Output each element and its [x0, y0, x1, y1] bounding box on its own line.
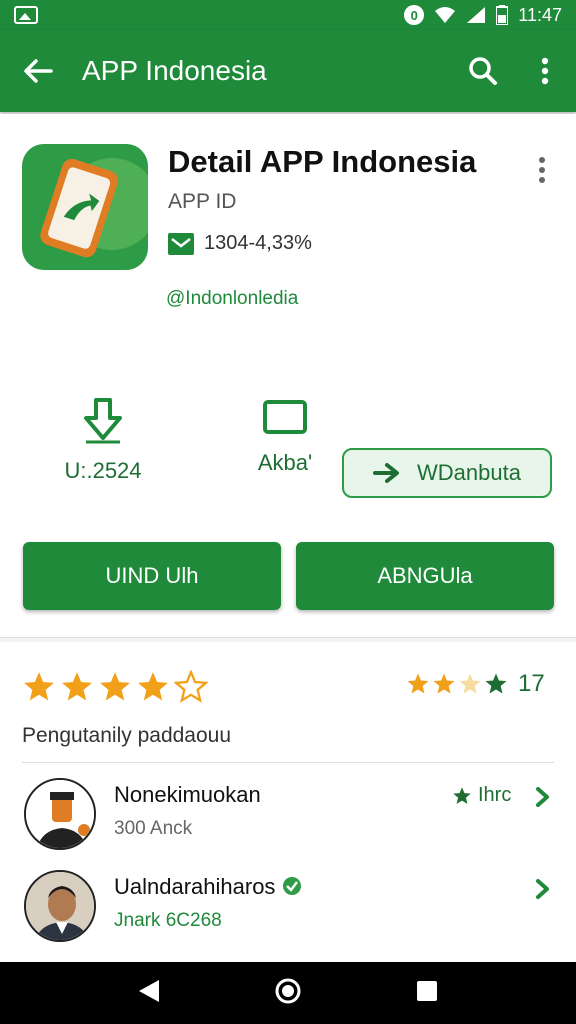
more-vert-icon	[539, 157, 545, 183]
verified-check-icon	[282, 877, 301, 895]
card-overflow-button[interactable]	[522, 150, 562, 190]
search-icon	[469, 57, 497, 85]
system-nav-bar	[0, 962, 576, 1024]
reviews-card: 17 Pengutanily paddaouu Nonekimuokan 300…	[0, 642, 576, 962]
reviewer-name-text: Ualndarahiharos	[114, 874, 276, 899]
review-item[interactable]: Ualndarahiharos Jnark 6C268	[0, 870, 576, 950]
wifi-icon	[435, 7, 456, 23]
signal-icon	[467, 7, 486, 23]
review-item[interactable]: Nonekimuokan 300 Anck Ihrc	[0, 778, 576, 858]
rating-stars	[22, 670, 208, 704]
status-badge: 0	[404, 5, 425, 25]
download-action[interactable]: U:.2524	[38, 398, 168, 484]
reviewer-sub: Jnark 6C268	[114, 910, 222, 931]
app-bar: APP Indonesia	[0, 30, 576, 112]
app-name: Detail APP Indonesia	[168, 144, 477, 179]
nav-back-button[interactable]	[137, 978, 161, 1009]
overflow-menu-button[interactable]	[514, 30, 576, 112]
star-filled-icon	[100, 672, 130, 701]
review-rating-text: Ihrc	[478, 784, 512, 806]
app-logo-icon	[40, 158, 148, 258]
download-icon	[84, 398, 122, 444]
rating-subtitle: Pengutanily paddaouu	[22, 724, 232, 747]
search-button[interactable]	[452, 30, 514, 112]
star-filled-icon	[62, 672, 92, 701]
arrow-right-icon	[373, 463, 400, 483]
developer-link[interactable]: @Indonlonledia	[166, 288, 298, 310]
secondary-button[interactable]: ABNGUla	[296, 542, 554, 610]
star-filled-icon	[407, 673, 429, 694]
tablet-action[interactable]: Akba'	[220, 398, 350, 476]
reviewer-sub: 300 Anck	[114, 818, 193, 839]
message-icon	[168, 232, 194, 255]
divider	[22, 762, 554, 763]
battery-icon	[496, 5, 509, 25]
app-id: APP ID	[168, 190, 237, 213]
reviewer-name: Nonekimuokan	[114, 782, 261, 807]
app-bar-title: APP Indonesia	[82, 55, 267, 86]
chevron-right-icon[interactable]	[534, 786, 552, 813]
notification-image-icon	[14, 6, 38, 24]
circle-home-icon	[275, 978, 301, 1003]
share-button[interactable]: WDanbuta	[342, 448, 552, 498]
star-green-icon	[453, 786, 471, 804]
tablet-icon	[263, 400, 307, 434]
download-count: U:.2524	[64, 458, 142, 483]
avatar	[24, 778, 96, 850]
star-faded-icon	[459, 673, 481, 694]
nav-recents-button[interactable]	[415, 979, 439, 1008]
user-avatar-icon	[26, 872, 94, 940]
star-outline-icon	[174, 670, 208, 703]
app-detail-card: Detail APP Indonesia APP ID 1304-4,33% @…	[0, 114, 576, 638]
square-recents-icon	[417, 980, 438, 1001]
star-filled-icon	[433, 673, 455, 694]
star-filled-icon	[138, 672, 168, 701]
user-avatar-icon	[26, 780, 94, 848]
star-filled-icon	[24, 672, 54, 701]
clock: 11:47	[518, 4, 562, 25]
rating-summary: 17	[406, 670, 545, 698]
share-label: WDanbuta	[417, 460, 521, 485]
more-vert-icon	[541, 57, 549, 85]
stat-value: 1304-4,33%	[204, 232, 312, 254]
back-button[interactable]	[0, 30, 76, 112]
avatar	[24, 870, 96, 942]
chevron-right-icon[interactable]	[534, 878, 552, 905]
arrow-left-icon	[24, 59, 53, 83]
star-green-icon	[485, 673, 507, 694]
status-bar: 0 11:47	[0, 0, 576, 30]
app-stat: 1304-4,33%	[168, 232, 312, 255]
review-rating: Ihrc	[452, 784, 511, 807]
tablet-label: Akba'	[257, 450, 313, 475]
primary-button[interactable]: UIND Ulh	[23, 542, 281, 610]
triangle-back-icon	[138, 979, 159, 1002]
nav-home-button[interactable]	[274, 977, 302, 1010]
app-logo	[22, 144, 148, 270]
rating-count: 17	[518, 670, 545, 697]
reviewer-name: Ualndarahiharos	[114, 874, 302, 900]
